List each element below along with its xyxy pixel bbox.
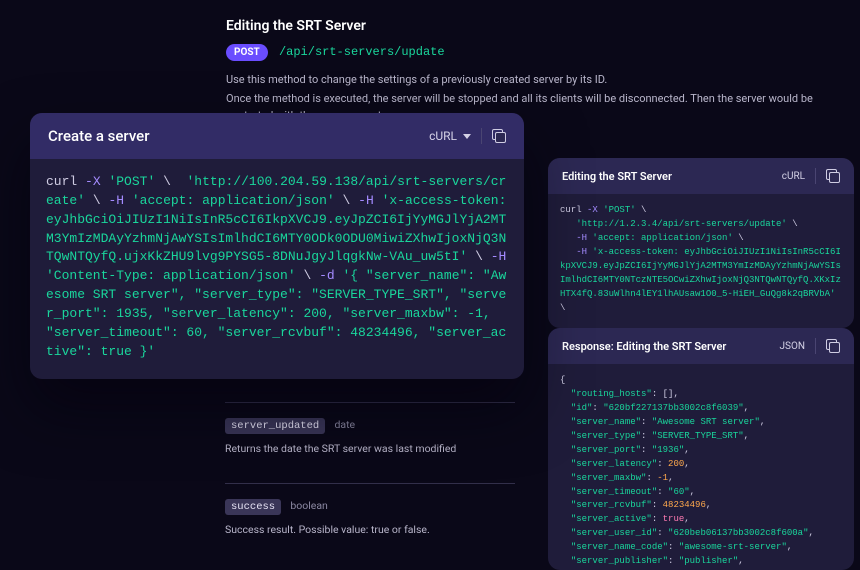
card-header: Editing the SRT Server cURL: [548, 158, 854, 194]
code-card-edit-response: Response: Editing the SRT Server JSON { …: [548, 328, 854, 570]
endpoint-path: /api/srt-servers/update: [279, 45, 445, 59]
copy-icon[interactable]: [826, 169, 840, 183]
divider: [225, 483, 515, 484]
divider: [225, 402, 515, 403]
param-row: server_updated date Returns the date the…: [225, 417, 515, 455]
separator: [815, 168, 816, 184]
code-body: { "routing_hosts": [], "id": "620bf22713…: [548, 364, 854, 570]
separator: [815, 338, 816, 354]
code-card-edit-request: Editing the SRT Server cURL curl -X 'POS…: [548, 158, 854, 328]
language-label: JSON: [780, 341, 805, 352]
param-type: boolean: [290, 499, 328, 512]
param-name: success: [225, 499, 281, 515]
param-type: date: [334, 418, 355, 431]
param-row: success boolean Success result. Possible…: [225, 498, 515, 536]
copy-icon[interactable]: [492, 129, 506, 143]
card-title: Create a server: [48, 127, 150, 145]
code-body: curl -X 'POST' \ 'http://1.2.3.4/api/srt…: [548, 194, 854, 328]
param-name: server_updated: [225, 418, 325, 434]
param-desc: Returns the date the SRT server was last…: [225, 442, 515, 455]
copy-icon[interactable]: [826, 339, 840, 353]
card-header: Create a server cURL: [30, 113, 524, 159]
card-tools: cURL: [429, 128, 506, 144]
language-label: cURL: [782, 171, 805, 182]
code-body: curl -X 'POST' \ 'http://100.204.59.138/…: [30, 159, 524, 379]
doc-heading: Editing the SRT Server: [226, 18, 822, 34]
code-card-create-server: Create a server cURL curl -X 'POST' \ 'h…: [30, 113, 524, 379]
language-select[interactable]: JSON: [780, 341, 805, 352]
card-tools: JSON: [780, 338, 840, 354]
endpoint-row: POST /api/srt-servers/update: [226, 44, 822, 61]
http-method-badge: POST: [226, 44, 268, 61]
language-select[interactable]: cURL: [782, 171, 805, 182]
card-header: Response: Editing the SRT Server JSON: [548, 328, 854, 364]
card-title: Editing the SRT Server: [562, 170, 672, 183]
card-title: Response: Editing the SRT Server: [562, 340, 726, 353]
language-label: cURL: [429, 129, 457, 143]
doc-paragraph: Use this method to change the settings o…: [226, 71, 822, 88]
language-select[interactable]: cURL: [429, 129, 471, 143]
separator: [481, 128, 482, 144]
chevron-down-icon: [463, 134, 471, 139]
card-tools: cURL: [782, 168, 840, 184]
